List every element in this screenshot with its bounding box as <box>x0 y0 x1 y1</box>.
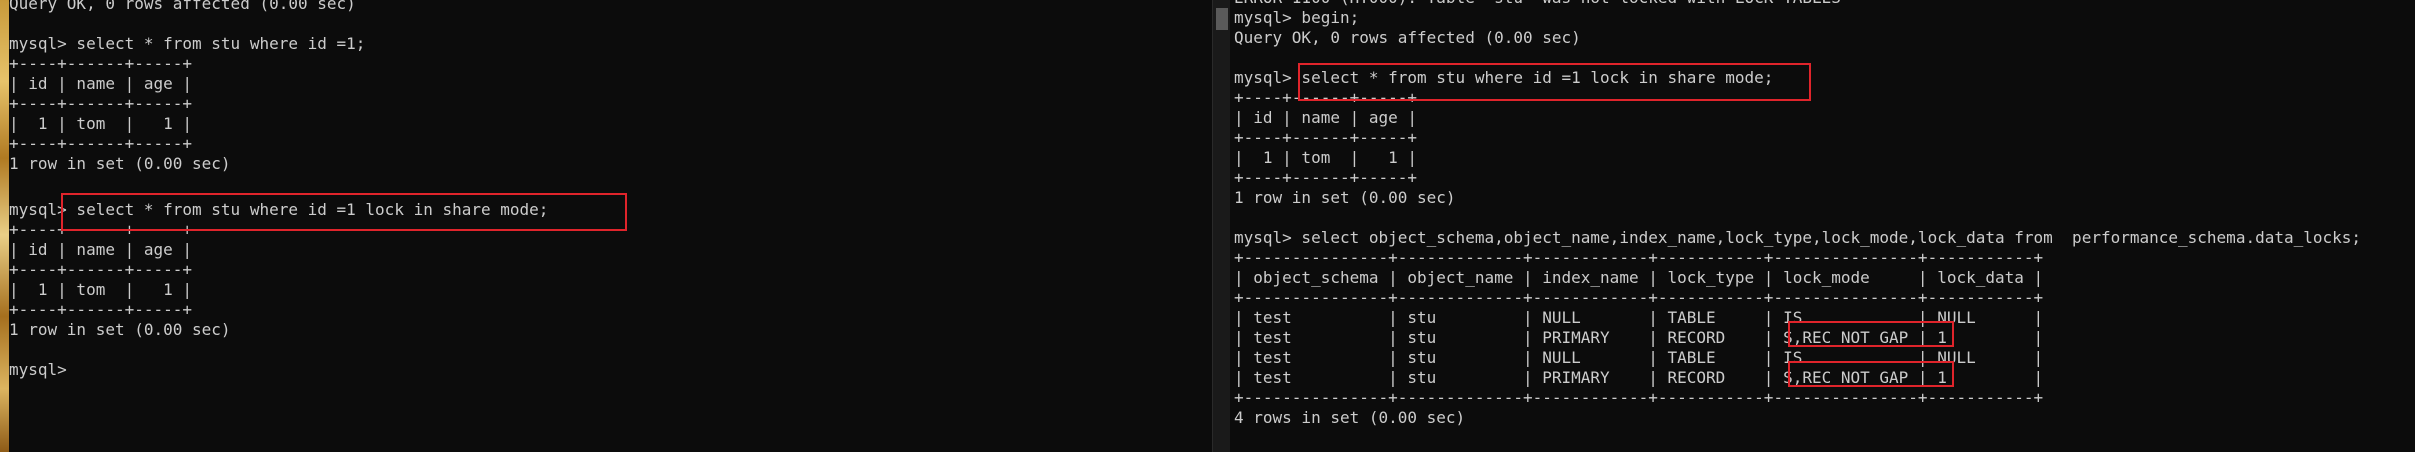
terminal-line: +---------------+-------------+---------… <box>1234 388 2044 407</box>
terminal-line: | 1 | tom | 1 | <box>9 114 193 133</box>
terminal-line: | 1 | tom | 1 | <box>1234 148 1418 167</box>
right-terminal[interactable]: ERROR 1100 (HY000): Table 'stu' was not … <box>1230 0 2415 452</box>
terminal-line: 1 row in set (0.00 sec) <box>9 320 231 339</box>
terminal-line: ERROR 1100 (HY000): Table 'stu' was not … <box>1234 0 1841 8</box>
highlight-box-share-mode-query <box>61 193 627 231</box>
terminal-line: | id | name | age | <box>9 74 193 93</box>
desktop-wallpaper-strip <box>0 0 9 452</box>
terminal-line: +----+------+-----+ <box>1234 168 1418 187</box>
highlight-box-lock-mode-row-2 <box>1788 321 1954 347</box>
terminal-line: | id | name | age | <box>1234 108 1418 127</box>
scrollbar-thumb[interactable] <box>1216 8 1228 30</box>
highlight-box-lock-mode-row-4 <box>1788 361 1954 387</box>
terminal-line: +---------------+-------------+---------… <box>1234 288 2044 307</box>
terminal-line: mysql> select * from stu where id =1; <box>9 34 366 53</box>
terminal-line: 4 rows in set (0.00 sec) <box>1234 408 1466 427</box>
left-terminal-scrollbar[interactable] <box>1212 0 1231 452</box>
terminal-line: +----+------+-----+ <box>9 300 193 319</box>
terminal-line: | object_schema | object_name | index_na… <box>1234 268 2044 287</box>
terminal-line: | id | name | age | <box>9 240 193 259</box>
terminal-line: +----+------+-----+ <box>9 94 193 113</box>
terminal-line: mysql> begin; <box>1234 8 1360 27</box>
terminal-line: +----+------+-----+ <box>9 54 193 73</box>
terminal-line: 1 row in set (0.00 sec) <box>1234 188 1456 207</box>
terminal-line: +---------------+-------------+---------… <box>1234 248 2044 267</box>
terminal-line: +----+------+-----+ <box>9 134 193 153</box>
terminal-line: Query OK, 0 rows affected (0.00 sec) <box>1234 28 1581 47</box>
highlight-box-share-mode-query <box>1298 63 1811 101</box>
terminal-line: +----+------+-----+ <box>1234 128 1418 147</box>
terminal-line: | 1 | tom | 1 | <box>9 280 193 299</box>
terminal-line: mysql> select object_schema,object_name,… <box>1234 228 2362 247</box>
left-terminal[interactable]: Query OK, 0 rows affected (0.00 sec) mys… <box>9 0 1209 452</box>
terminal-prompt: mysql> <box>9 360 67 379</box>
terminal-line: +----+------+-----+ <box>9 260 193 279</box>
terminal-line: Query OK, 0 rows affected (0.00 sec) <box>9 0 356 13</box>
terminal-line: 1 row in set (0.00 sec) <box>9 154 231 173</box>
